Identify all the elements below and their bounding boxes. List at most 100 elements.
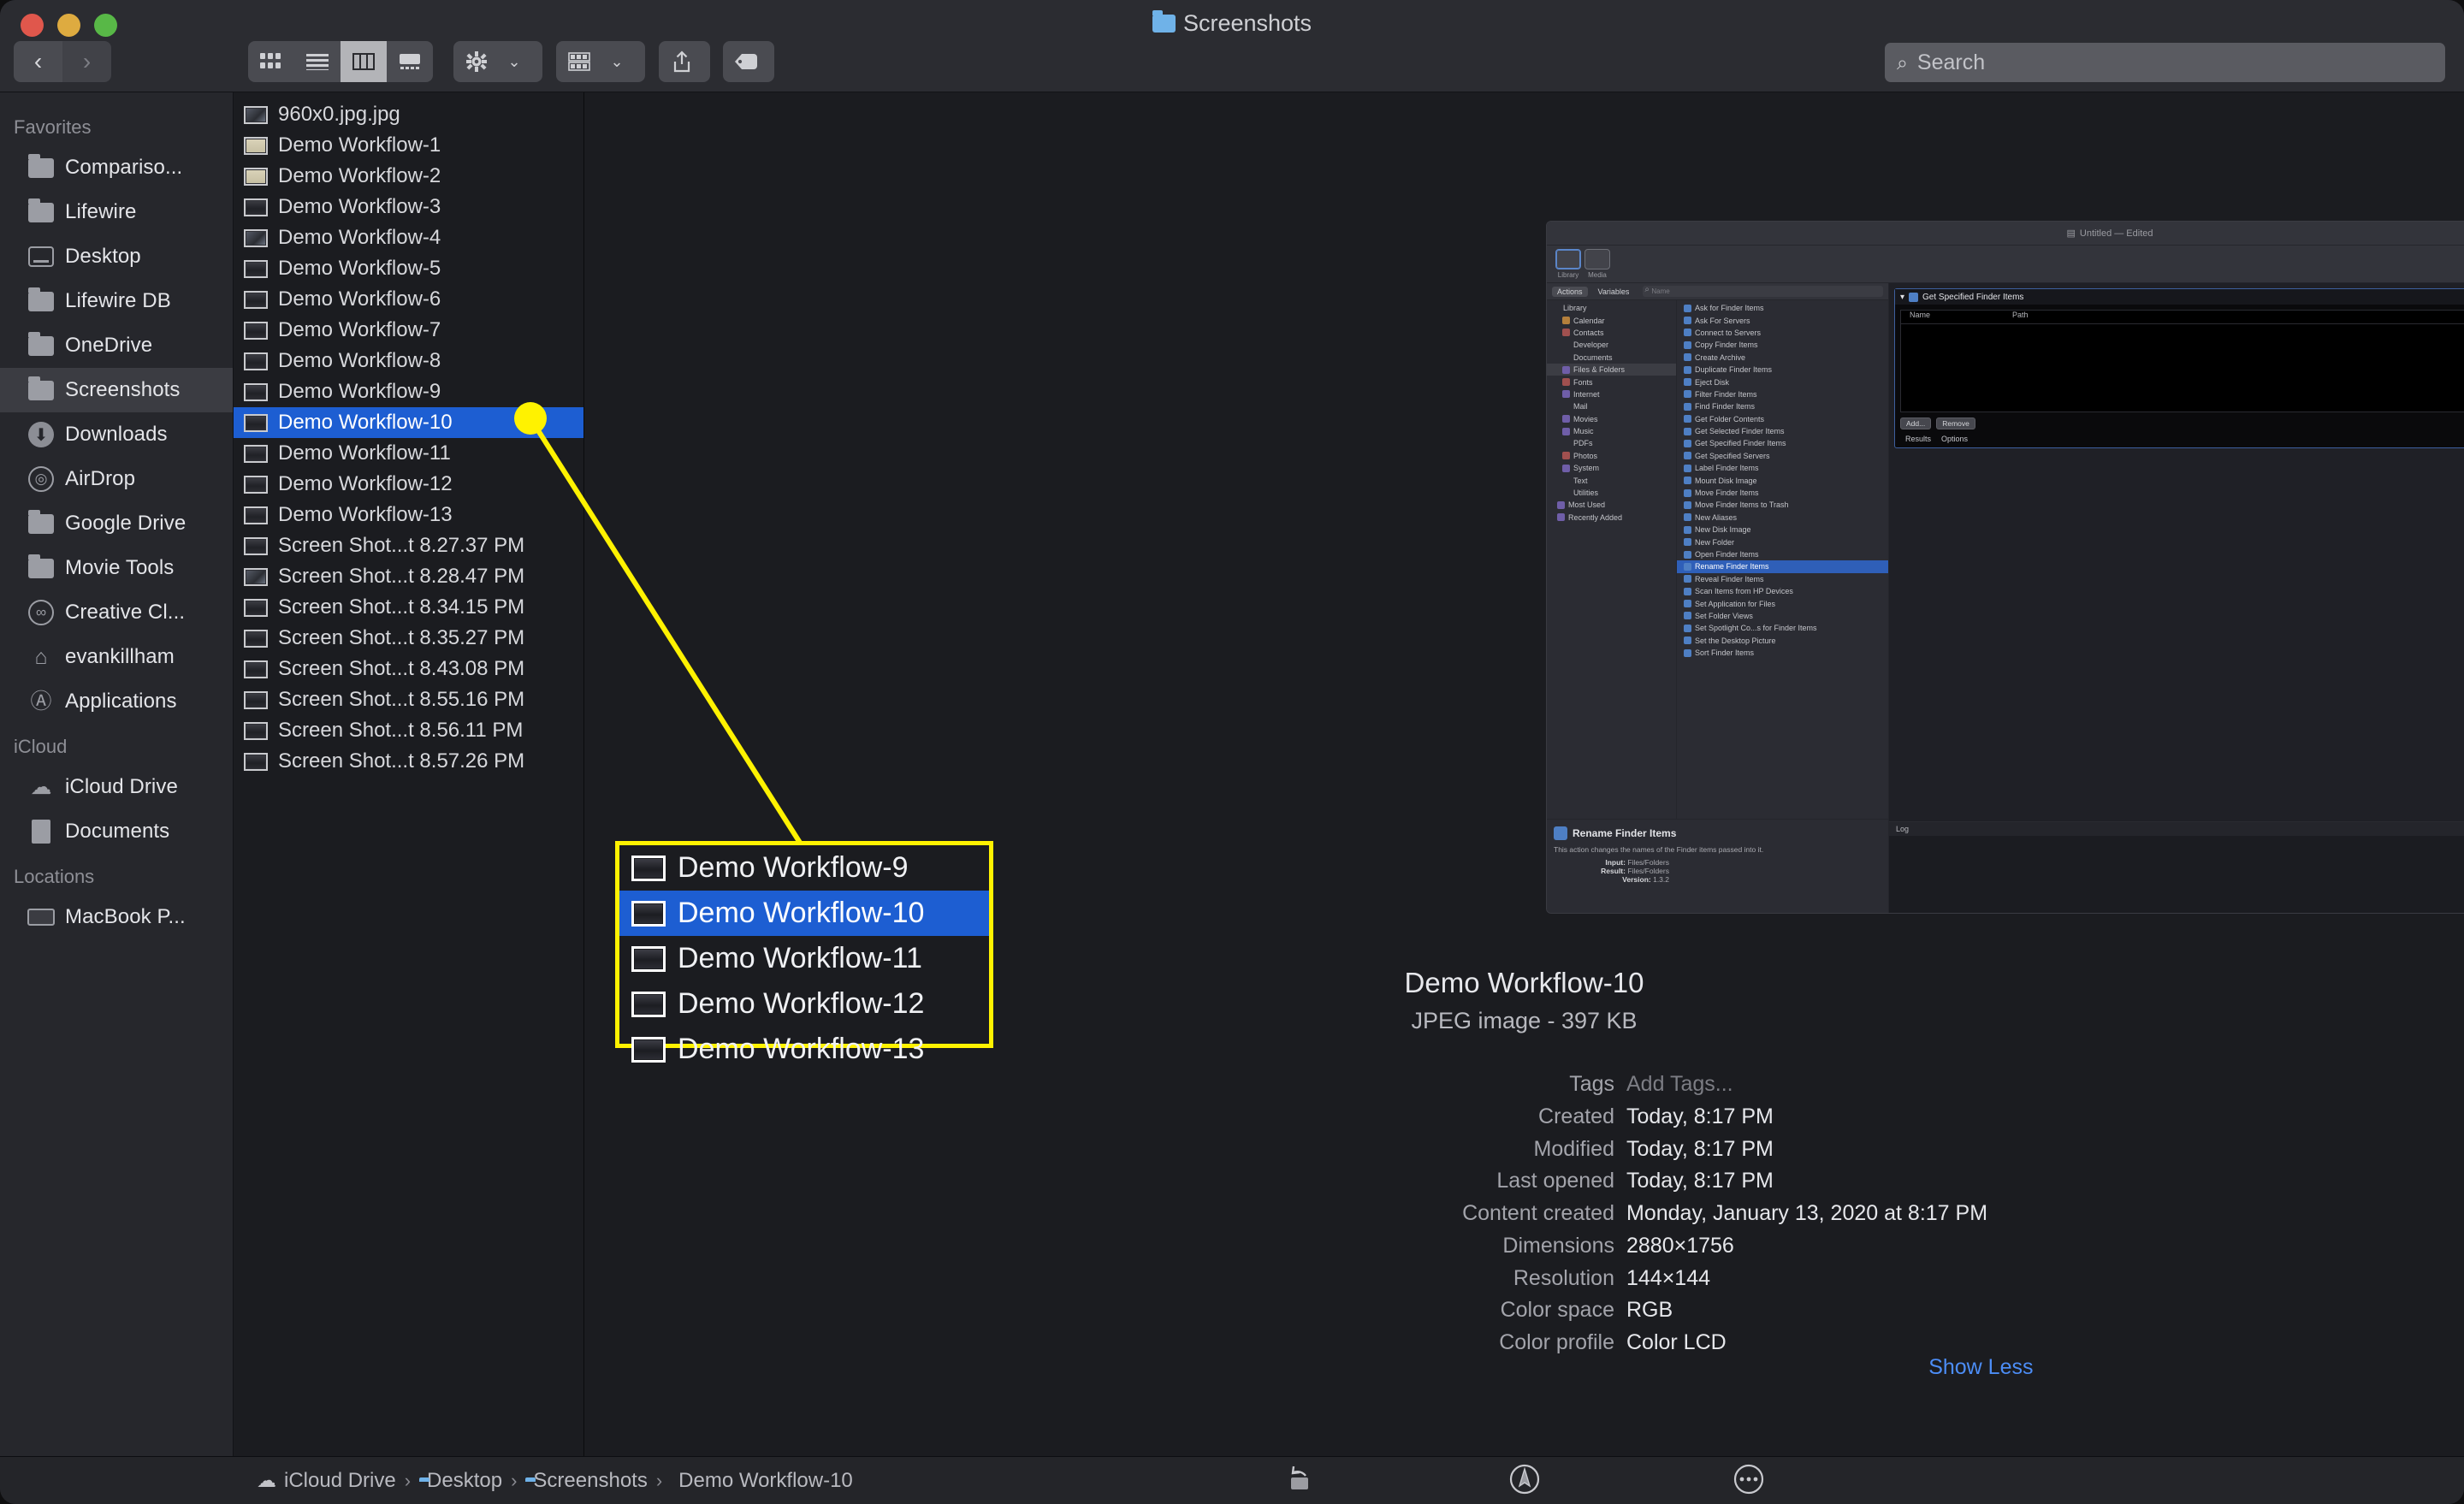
cloud-icon: ☁ (257, 1468, 276, 1491)
file-list-item[interactable]: Demo Workflow-13 (234, 500, 583, 530)
share-button[interactable] (659, 41, 710, 82)
preview-action-item: Duplicate Finder Items (1677, 364, 1888, 376)
sidebar-item-label: Downloads (65, 423, 168, 446)
folder-icon (1152, 10, 1176, 33)
action-label: Copy Finder Items (1695, 340, 1758, 350)
rotate-left-button[interactable]: Rotate Left (1236, 1457, 1365, 1504)
file-list-item[interactable]: Screen Shot...t 8.43.08 PM (234, 654, 583, 684)
metadata-value[interactable]: Add Tags... (1626, 1072, 1733, 1097)
file-list-item[interactable]: Demo Workflow-11 (234, 438, 583, 469)
file-list-item[interactable]: Demo Workflow-2 (234, 161, 583, 192)
sidebar-item-evankillham[interactable]: ⌂ evankillham (0, 635, 233, 679)
callout-item-label: Demo Workflow-13 (678, 1033, 925, 1065)
category-icon (1562, 464, 1570, 472)
breadcrumb-item[interactable]: Demo Workflow-10 (671, 1469, 853, 1493)
file-list-item[interactable]: Screen Shot...t 8.55.16 PM (234, 684, 583, 715)
file-list-item[interactable]: Screen Shot...t 8.57.26 PM (234, 746, 583, 777)
file-list-item[interactable]: Demo Workflow-9 (234, 376, 583, 407)
preview-action-item: Get Specified Servers (1677, 450, 1888, 462)
sidebar-item-creative-cl[interactable]: ∞ Creative Cl... (0, 590, 233, 635)
sidebar-item-movie-tools[interactable]: Movie Tools (0, 546, 233, 590)
file-thumbnail-icon (244, 413, 268, 432)
gallery-view-icon[interactable] (387, 41, 433, 82)
sidebar-item-documents[interactable]: Documents (0, 809, 233, 854)
sidebar-item-lifewire[interactable]: Lifewire (0, 190, 233, 234)
file-list-item[interactable]: Screen Shot...t 8.28.47 PM (234, 561, 583, 592)
preview-options-tab: Options (1941, 435, 1969, 443)
more-button[interactable]: More... (1685, 1457, 1813, 1504)
file-list-item[interactable]: Demo Workflow-8 (234, 346, 583, 376)
callout-thumbnail-icon (631, 1036, 666, 1063)
sidebar-item-compariso[interactable]: Compariso... (0, 145, 233, 190)
action-icon (1684, 500, 1691, 509)
file-list-item[interactable]: 960x0.jpg.jpg (234, 99, 583, 130)
sidebar-item-airdrop[interactable]: ◎ AirDrop (0, 457, 233, 501)
file-name-label: Screen Shot...t 8.28.47 PM (278, 565, 525, 588)
file-list-item[interactable]: Screen Shot...t 8.35.27 PM (234, 623, 583, 654)
preview-category-item: Photos (1547, 450, 1676, 462)
show-less-link[interactable]: Show Less (1928, 1355, 2033, 1379)
chevron-down-icon-2[interactable]: ⌄ (602, 53, 631, 71)
search-field[interactable]: ⌕ Search (1885, 43, 2445, 82)
tag-icon[interactable] (723, 41, 769, 82)
forward-button[interactable]: › (62, 41, 111, 82)
file-list-item[interactable]: Demo Workflow-4 (234, 222, 583, 253)
gear-icon[interactable] (453, 41, 500, 82)
action-menu-group[interactable]: ⌄ (453, 41, 542, 82)
category-label: Developer (1573, 340, 1609, 350)
action-label: Move Finder Items (1695, 489, 1759, 498)
file-list-item[interactable]: Demo Workflow-1 (234, 130, 583, 161)
category-icon (1562, 341, 1570, 349)
sidebar-item-desktop[interactable]: Desktop (0, 234, 233, 279)
action-label: Filter Finder Items (1695, 389, 1757, 399)
file-list-item[interactable]: Screen Shot...t 8.56.11 PM (234, 715, 583, 746)
rotate-left-icon (1236, 1457, 1365, 1501)
markup-button[interactable]: Markup (1460, 1457, 1589, 1504)
file-thumbnail-icon (244, 475, 268, 494)
grid-view-icon[interactable] (248, 41, 294, 82)
file-list-item[interactable]: Demo Workflow-6 (234, 284, 583, 315)
file-list-item[interactable]: Demo Workflow-10 (234, 407, 583, 438)
file-list-item[interactable]: Screen Shot...t 8.27.37 PM (234, 530, 583, 561)
action-label: Mount Disk Image (1695, 476, 1757, 485)
sidebar-section-header: iCloud (14, 736, 68, 757)
breadcrumb-item[interactable]: Desktop (419, 1469, 502, 1493)
file-name-label: Screen Shot...t 8.57.26 PM (278, 749, 525, 773)
group-by-menu-group[interactable]: ⌄ (556, 41, 645, 82)
file-list-item[interactable]: Demo Workflow-3 (234, 192, 583, 222)
action-icon (1684, 329, 1691, 337)
sidebar-item-onedrive[interactable]: OneDrive (0, 323, 233, 368)
group-by-icon[interactable] (556, 41, 602, 82)
share-icon[interactable] (659, 41, 705, 82)
tag-button[interactable] (723, 41, 774, 82)
sidebar-item-icloud-drive[interactable]: ☁ iCloud Drive (0, 765, 233, 809)
back-button[interactable]: ‹ (14, 41, 62, 82)
category-icon (1562, 489, 1570, 497)
list-view-icon[interactable] (294, 41, 341, 82)
file-name-label: Screen Shot...t 8.56.11 PM (278, 719, 524, 742)
file-list-column[interactable]: 960x0.jpg.jpg Demo Workflow-1 Demo Workflo… (234, 92, 584, 1456)
view-mode-group (248, 41, 433, 82)
column-view-icon[interactable] (341, 41, 387, 82)
file-list-item[interactable]: Screen Shot...t 8.34.15 PM (234, 592, 583, 623)
breadcrumb-item[interactable]: Screenshots (525, 1469, 647, 1493)
sidebar-item-downloads[interactable]: ⬇ Downloads (0, 412, 233, 457)
category-icon (1562, 440, 1570, 447)
chevron-down-icon[interactable]: ⌄ (500, 53, 529, 71)
sidebar-item-label: Applications (65, 690, 177, 713)
sidebar-item-google-drive[interactable]: Google Drive (0, 501, 233, 546)
sidebar-item-applications[interactable]: Ⓐ Applications (0, 679, 233, 724)
sidebar-item-screenshots[interactable]: Screenshots (0, 368, 233, 412)
file-list-item[interactable]: Demo Workflow-7 (234, 315, 583, 346)
file-thumbnail-icon (244, 629, 268, 648)
breadcrumb-item[interactable]: ☁ iCloud Drive (257, 1469, 396, 1493)
file-list-item[interactable]: Demo Workflow-5 (234, 253, 583, 284)
action-label: Label Finder Items (1695, 464, 1759, 473)
sidebar-item-lifewire-db[interactable]: Lifewire DB (0, 279, 233, 323)
sidebar-item-macbook-p[interactable]: MacBook P... (0, 895, 233, 939)
preview-action-item: Move Finder Items (1677, 487, 1888, 499)
more-icon (1685, 1457, 1813, 1501)
file-name-label: Screen Shot...t 8.35.27 PM (278, 626, 525, 649)
action-label: Set Application for Files (1695, 599, 1776, 608)
file-list-item[interactable]: Demo Workflow-12 (234, 469, 583, 500)
